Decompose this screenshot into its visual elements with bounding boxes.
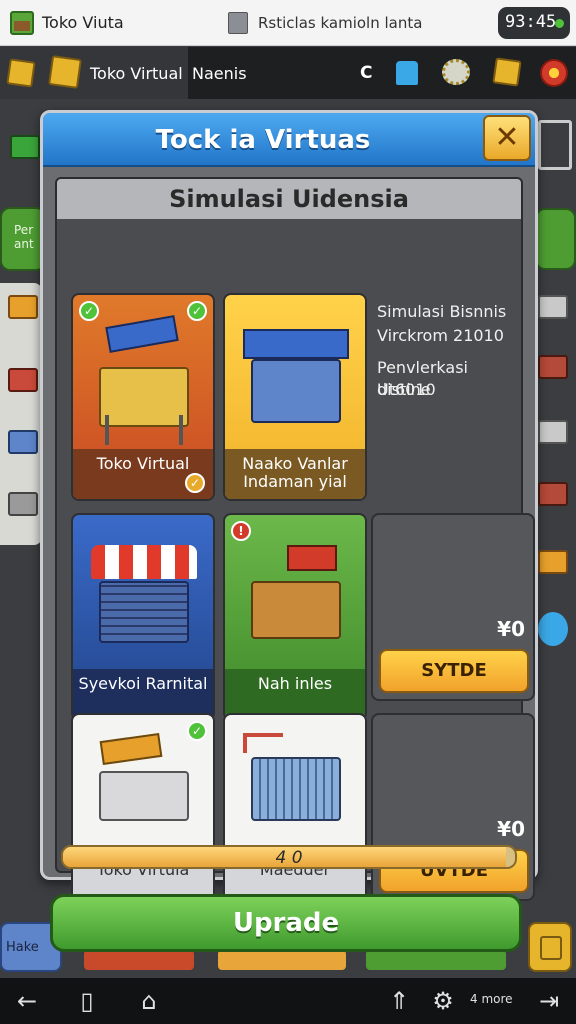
side-item-icon[interactable] xyxy=(538,550,568,574)
side-item-icon[interactable] xyxy=(8,430,38,454)
background-strip xyxy=(366,950,506,970)
recent-apps-icon[interactable]: ▯ xyxy=(72,986,102,1016)
side-item-icon[interactable] xyxy=(8,492,38,516)
app-icon xyxy=(10,11,34,35)
info-line: Virckrom 21010 xyxy=(377,326,504,345)
shop-card[interactable]: Maedder xyxy=(223,713,367,901)
side-left-button-label: Per ant xyxy=(14,223,34,251)
check-icon: ✓ xyxy=(185,473,205,493)
price-label: ¥0 xyxy=(497,817,525,841)
more-label[interactable]: 4 more xyxy=(470,992,513,1006)
side-item-icon[interactable] xyxy=(538,482,568,506)
side-item-icon[interactable] xyxy=(538,355,568,379)
awning-stall-art xyxy=(91,535,197,645)
side-item-icon[interactable] xyxy=(538,295,568,319)
shop-modal: Tock ia Virtuas ✕ Simulasi Uidensia ✓ ✓ … xyxy=(40,110,538,901)
target-icon[interactable] xyxy=(540,59,568,87)
upgrade-button[interactable]: Uprade xyxy=(50,894,522,952)
progress-text: 4 0 xyxy=(275,848,303,868)
back-icon[interactable]: ← xyxy=(12,986,42,1016)
stall-leg xyxy=(179,415,183,445)
gears-icon[interactable] xyxy=(442,59,470,85)
clock: 93:45 xyxy=(498,7,570,39)
shop-card[interactable]: ✓ ✓ Toko Virtual ✓ xyxy=(71,293,215,501)
shop-card[interactable]: ✓ Toko Virtula xyxy=(71,713,215,901)
game-top-bar: Toko Virtual Naenis C xyxy=(0,47,576,99)
stall-sign xyxy=(105,315,179,353)
card-label: Naako Vanlar Indaman yial xyxy=(225,449,365,499)
close-button[interactable]: ✕ xyxy=(483,115,531,161)
cart-basket xyxy=(251,757,341,821)
cart-sign xyxy=(99,732,163,766)
status-center-text: Rsticlas kamioln lanta xyxy=(258,14,423,32)
cube-icon[interactable] xyxy=(6,58,36,88)
home-icon[interactable]: ⌂ xyxy=(134,986,164,1016)
top-bar-title: Toko Virtual xyxy=(90,64,183,83)
cart-body xyxy=(99,771,189,821)
pencil-icon[interactable] xyxy=(538,612,568,646)
gear-icon[interactable]: ⚙ xyxy=(428,986,458,1016)
cart-icon[interactable] xyxy=(538,120,572,170)
background-strip xyxy=(218,950,346,970)
section-title-bar: Simulasi Uidensia xyxy=(57,179,521,219)
side-right-button[interactable] xyxy=(535,208,576,270)
building-icon xyxy=(228,12,248,34)
stall-leg xyxy=(105,415,109,445)
status-dot xyxy=(555,19,564,28)
stand-crate xyxy=(251,581,341,639)
cube-icon[interactable] xyxy=(48,55,82,89)
progress-bar: 4 0 xyxy=(61,845,517,869)
price-label: ¥0 xyxy=(497,617,525,641)
navigation-bar: ← ▯ ⌂ ⇑ ⚙ 4 more ⇥ xyxy=(0,978,576,1024)
side-shop-icon[interactable] xyxy=(10,135,40,159)
modal-header: Tock ia Virtuas ✕ xyxy=(43,113,535,167)
card-label: Syevkoi Rarnital xyxy=(73,669,213,719)
shop-card[interactable]: Naako Vanlar Indaman yial xyxy=(223,293,367,501)
buy-button[interactable]: SYTDE xyxy=(379,649,529,693)
section-title: Simulasi Uidensia xyxy=(169,185,409,213)
cube-icon[interactable] xyxy=(492,57,522,87)
shop-card[interactable]: ! Nah inles xyxy=(223,513,367,721)
hat-icon[interactable] xyxy=(396,61,418,85)
background-strip xyxy=(84,950,194,970)
card-label: Nah inles xyxy=(225,669,365,719)
stall-awning xyxy=(91,545,197,579)
side-item-icon[interactable] xyxy=(538,420,568,444)
market-stall-art xyxy=(91,315,197,445)
bottom-left-button-label: Hake xyxy=(6,940,39,955)
info-line: Ut6010 xyxy=(377,380,436,399)
stand-sign xyxy=(287,545,337,571)
info-panel: Simulasi Bisnnis Virckrom 21010 Penvlerk… xyxy=(371,293,521,501)
clock-text: 93:45 xyxy=(505,12,557,32)
side-item-icon[interactable] xyxy=(8,368,38,392)
app-title: Toko Viuta xyxy=(42,13,124,32)
inner-panel: Simulasi Uidensia ✓ ✓ Toko Virtual ✓ Naa… xyxy=(55,177,535,901)
produce-stand-art xyxy=(243,535,349,645)
side-item-icon[interactable] xyxy=(8,295,38,319)
stall-grid xyxy=(99,581,189,643)
purchase-slot: ¥0 SYTDE xyxy=(371,513,535,701)
top-bar-letter[interactable]: C xyxy=(360,63,372,83)
exit-icon[interactable]: ⇥ xyxy=(534,986,564,1016)
market-cart-art xyxy=(91,729,197,839)
chevron-up-icon[interactable]: ⇑ xyxy=(384,986,414,1016)
cart-handle xyxy=(243,733,283,753)
stall-counter xyxy=(99,367,189,427)
status-bar: Toko Viuta Rsticlas kamioln lanta 93:45 xyxy=(0,0,576,46)
purchase-slot: ¥0 UVTDE xyxy=(371,713,535,901)
modal-title: Tock ia Virtuas xyxy=(155,125,371,155)
shopping-cart-art xyxy=(243,729,349,839)
store-building-art xyxy=(243,315,349,425)
store-front xyxy=(251,359,341,423)
bottom-right-button[interactable] xyxy=(528,922,572,972)
store-roof xyxy=(243,329,349,359)
top-bar-subtitle: Naenis xyxy=(192,64,247,83)
shop-card[interactable]: Syevkoi Rarnital xyxy=(71,513,215,721)
info-line: Simulasi Bisnnis xyxy=(377,302,507,321)
close-icon: ✕ xyxy=(494,120,520,155)
